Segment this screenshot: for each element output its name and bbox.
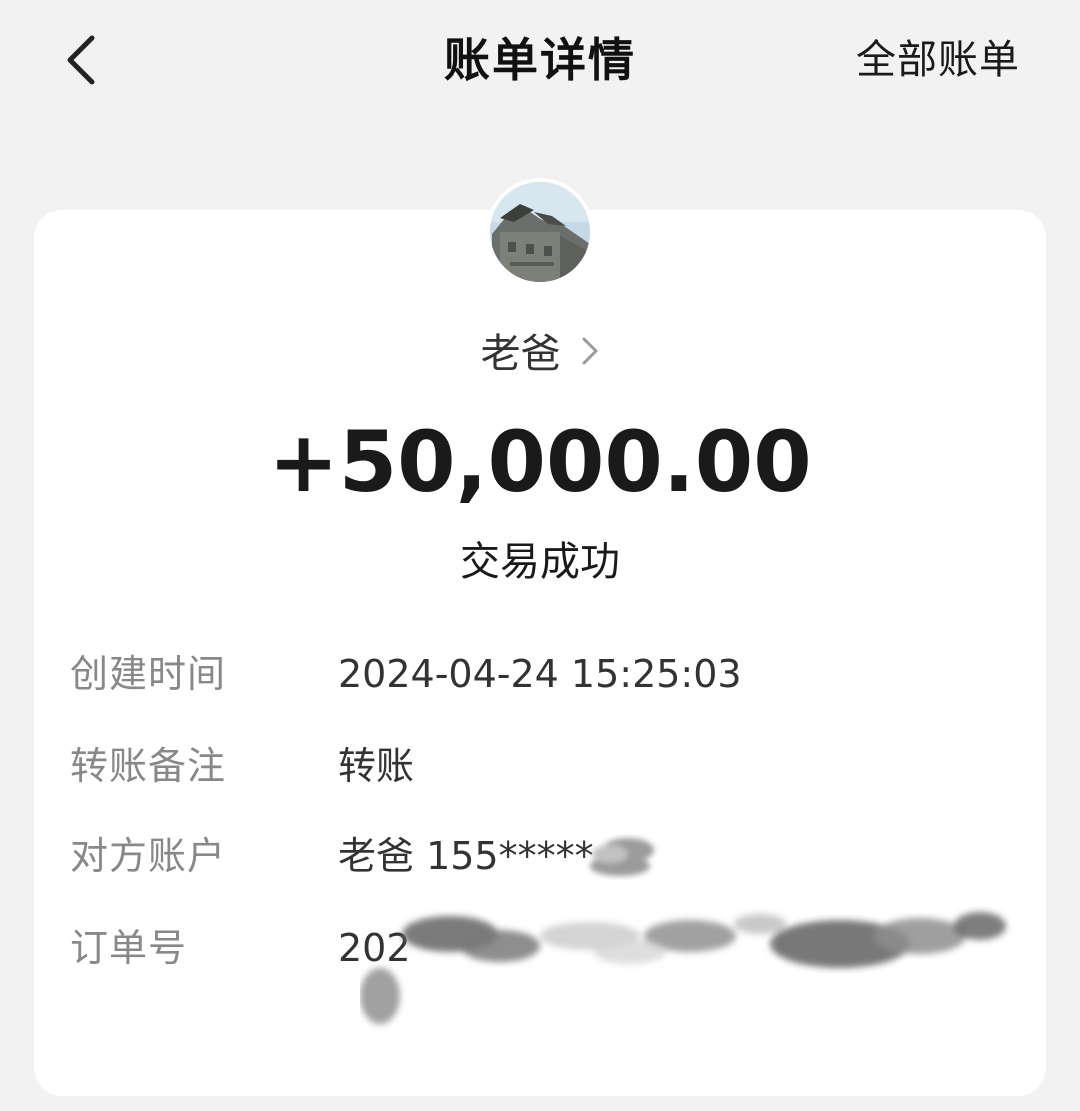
detail-value: 转账	[338, 744, 415, 788]
avatar-image	[490, 182, 590, 282]
counterparty-name-row[interactable]: 老爸	[0, 326, 1080, 382]
detail-label: 转账备注	[70, 744, 227, 788]
counterparty-name: 老爸	[480, 331, 561, 377]
transaction-amount: +50,000.00	[268, 413, 812, 511]
all-bills-link[interactable]: 全部账单	[856, 32, 1020, 88]
detail-value[interactable]: 202	[338, 918, 411, 978]
chevron-right-icon	[581, 325, 599, 381]
detail-row-order-number: 订单号 202	[70, 918, 1030, 978]
detail-row-transfer-note: 转账备注 转账	[70, 736, 1030, 796]
detail-value: 2024-04-24 15:25:03	[338, 652, 742, 696]
detail-label: 对方账户	[70, 834, 227, 878]
detail-value[interactable]: 老爸 155*****	[338, 826, 594, 886]
detail-row-counterparty-account: 对方账户 老爸 155*****	[70, 826, 1030, 886]
top-bar: 账单详情 全部账单	[0, 0, 1080, 130]
transaction-status: 交易成功	[460, 539, 620, 585]
avatar[interactable]	[486, 178, 594, 286]
detail-label: 创建时间	[70, 652, 227, 696]
detail-label: 订单号	[70, 926, 188, 970]
detail-row-created-time: 创建时间 2024-04-24 15:25:03	[70, 644, 1030, 704]
bill-detail-page: 账单详情 全部账单 老爸 +50,000.00 交易成功 创建时间 2024-0…	[0, 0, 1080, 1111]
